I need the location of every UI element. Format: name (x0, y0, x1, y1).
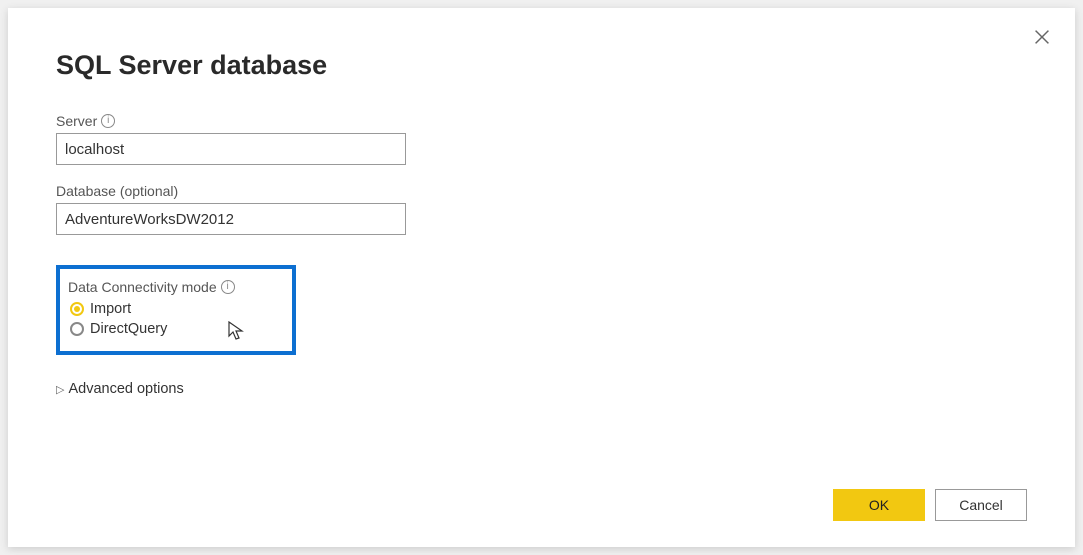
connectivity-label-text: Data Connectivity mode (68, 279, 217, 295)
info-icon[interactable]: i (101, 114, 115, 128)
advanced-options-toggle[interactable]: ▷ Advanced options (56, 381, 1027, 397)
connectivity-label: Data Connectivity mode i (68, 279, 280, 295)
ok-button[interactable]: OK (833, 489, 925, 521)
cancel-button[interactable]: Cancel (935, 489, 1027, 521)
radio-directquery[interactable]: DirectQuery (68, 321, 280, 337)
server-field-group: Server i (56, 113, 1027, 165)
data-connectivity-mode-group: Data Connectivity mode i Import DirectQu… (56, 265, 296, 355)
radio-import-label: Import (90, 301, 131, 317)
sql-server-database-dialog: SQL Server database Server i Database (o… (8, 8, 1075, 547)
database-label: Database (optional) (56, 183, 1027, 199)
chevron-right-icon: ▷ (56, 383, 64, 396)
radio-icon (70, 302, 84, 316)
database-input[interactable] (56, 203, 406, 235)
dialog-title: SQL Server database (56, 50, 1027, 81)
advanced-options-label: Advanced options (68, 381, 183, 397)
close-button[interactable] (1031, 26, 1053, 48)
server-input[interactable] (56, 133, 406, 165)
database-field-group: Database (optional) (56, 183, 1027, 235)
radio-import[interactable]: Import (68, 301, 280, 317)
server-label: Server i (56, 113, 1027, 129)
server-label-text: Server (56, 113, 97, 129)
dialog-buttons: OK Cancel (833, 489, 1027, 521)
radio-icon (70, 322, 84, 336)
radio-directquery-label: DirectQuery (90, 321, 167, 337)
info-icon[interactable]: i (221, 280, 235, 294)
close-icon (1031, 26, 1053, 48)
